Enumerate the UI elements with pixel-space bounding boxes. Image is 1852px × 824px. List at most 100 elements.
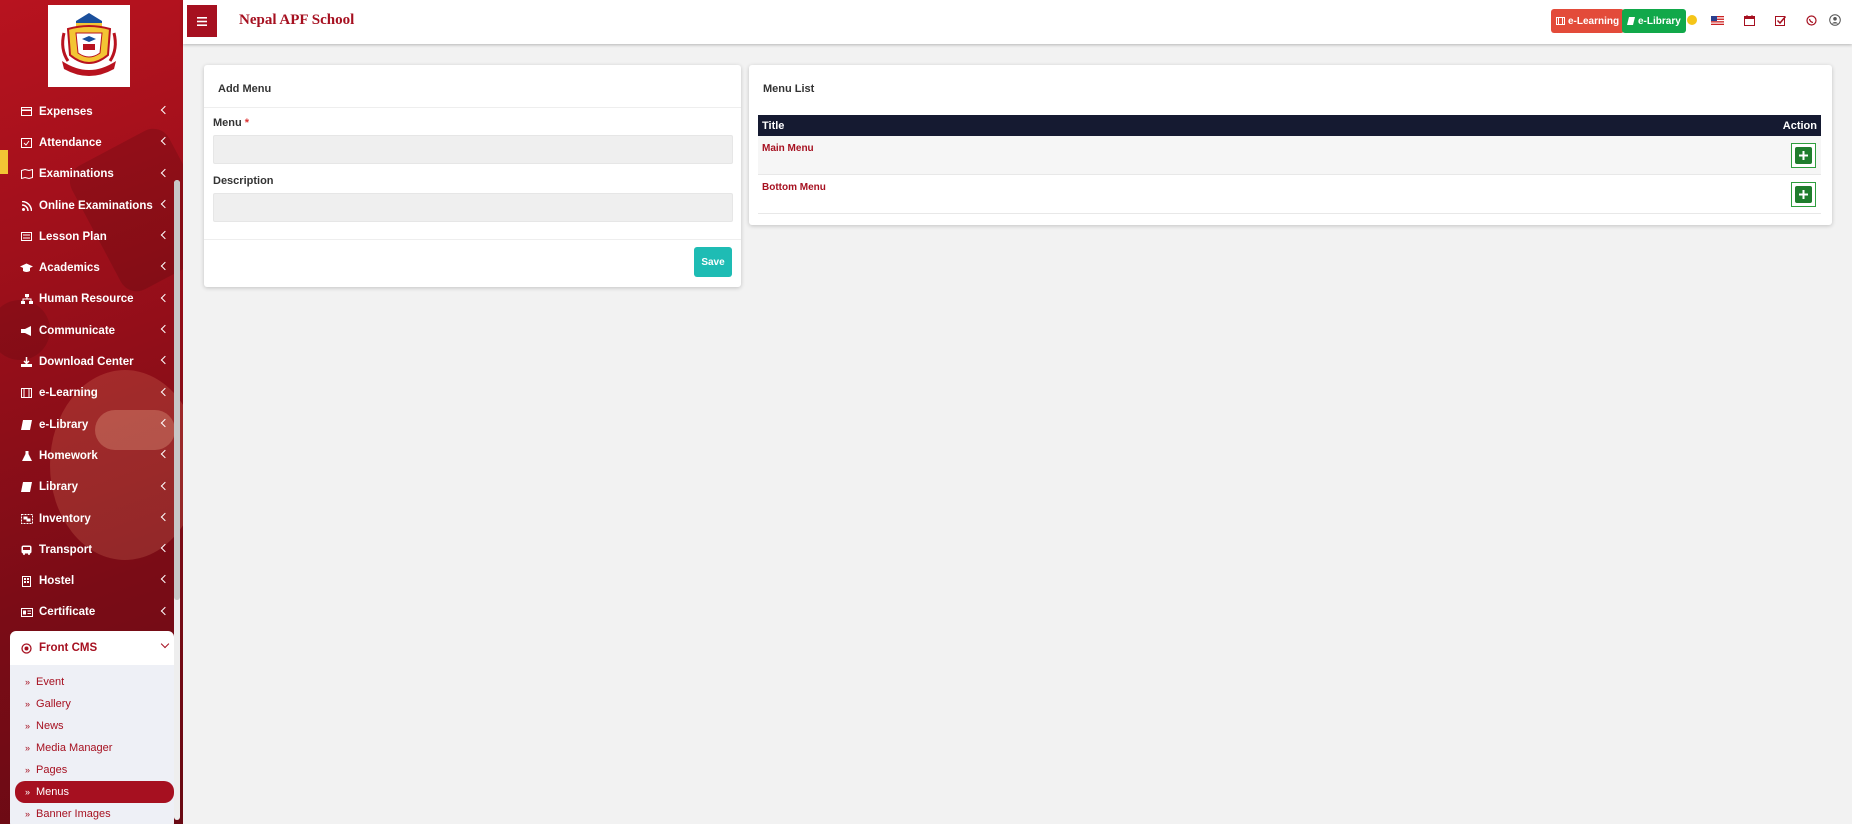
sidebar-item-academics[interactable]: Academics — [10, 252, 174, 283]
rss-icon — [20, 200, 33, 211]
sidebar-item-certificate[interactable]: Certificate — [10, 597, 174, 628]
sidebar: Expenses Attendance Examinations Online … — [0, 0, 183, 824]
bus-icon — [20, 544, 33, 555]
sidebar-item-expenses[interactable]: Expenses — [10, 96, 174, 127]
sidebar-item-label: Human Resource — [39, 293, 134, 306]
tasks-checkbox-icon[interactable] — [1773, 13, 1787, 27]
chevron-left-icon — [160, 512, 170, 522]
sidebar-item-label: Front CMS — [39, 642, 98, 655]
submenu-item-label: Banner Images — [36, 808, 111, 821]
sidebar-item-label: Attendance — [39, 136, 102, 149]
menu-input[interactable] — [213, 135, 733, 164]
front-cms-submenu: » Event » Gallery » News » Media Manager » Pa… — [10, 665, 174, 824]
sidebar-item-human-resource[interactable]: Human Resource — [10, 284, 174, 315]
credit-card-icon — [20, 106, 33, 117]
sidebar-item-e-learning[interactable]: e-Learning — [10, 378, 174, 409]
sidebar-item-transport[interactable]: Transport — [10, 534, 174, 565]
plus-icon — [1795, 147, 1812, 164]
sidebar-item-label: Academics — [39, 262, 100, 275]
sidebar-toggle-button[interactable] — [187, 5, 217, 37]
e-learning-label: e-Learning — [1568, 15, 1620, 27]
add-menu-card: Add Menu Menu * Description Save — [204, 65, 741, 287]
sidebar-item-hostel[interactable]: Hostel — [10, 565, 174, 596]
id-card-icon — [20, 607, 33, 618]
e-learning-button[interactable]: e-Learning — [1551, 9, 1625, 33]
bullhorn-icon — [20, 325, 33, 336]
sidebar-item-e-library[interactable]: e-Library — [10, 409, 174, 440]
school-logo[interactable] — [48, 5, 130, 87]
sidebar-scrollbar[interactable] — [174, 180, 180, 820]
double-angle-right-icon: » — [25, 787, 31, 798]
e-library-button[interactable]: e-Library — [1622, 9, 1686, 33]
menu-list-card: Menu List Title Action Main Menu Bottom … — [749, 65, 1832, 225]
calendar-icon[interactable] — [1742, 13, 1756, 27]
sidebar-item-inventory[interactable]: Inventory — [10, 503, 174, 534]
double-angle-right-icon: » — [25, 765, 31, 776]
download-icon — [20, 357, 33, 368]
film-icon — [1556, 17, 1565, 25]
chevron-down-icon — [160, 639, 170, 649]
sidebar-item-label: Inventory — [39, 512, 91, 525]
sidebar-menu: Expenses Attendance Examinations Online … — [10, 96, 174, 824]
chevron-left-icon — [160, 230, 170, 240]
sidebar-item-lesson-plan[interactable]: Lesson Plan — [10, 221, 174, 252]
chevron-left-icon — [160, 324, 170, 334]
submenu-item-pages[interactable]: » Pages — [15, 759, 174, 781]
sidebar-item-library[interactable]: Library — [10, 472, 174, 503]
whatsapp-icon[interactable] — [1804, 13, 1818, 27]
sitemap-icon — [20, 294, 33, 305]
chevron-left-icon — [160, 356, 170, 365]
sidebar-item-communicate[interactable]: Communicate — [10, 315, 174, 346]
sidebar-item-label: Transport — [39, 543, 93, 556]
submenu-item-news[interactable]: » News — [15, 715, 174, 737]
us-flag-icon[interactable] — [1710, 13, 1724, 27]
submenu-item-menus[interactable]: » Menus — [15, 781, 174, 804]
sidebar-item-download-center[interactable]: Download Center — [10, 346, 174, 377]
chevron-left-icon — [160, 105, 170, 115]
flask-icon — [20, 450, 33, 461]
submenu-item-label: Menus — [36, 786, 70, 799]
book-icon — [1627, 17, 1635, 25]
save-button[interactable]: Save — [694, 247, 732, 277]
sidebar-item-online-examinations[interactable]: Online Examinations — [10, 190, 174, 221]
sidebar-item-front-cms[interactable]: Front CMS — [10, 631, 174, 666]
table-body: Main Menu Bottom Menu — [758, 136, 1821, 214]
add-menu-item-button[interactable] — [1791, 182, 1816, 207]
required-mark: * — [244, 117, 250, 129]
calendar-check-icon — [20, 137, 33, 149]
chevron-left-icon — [160, 199, 170, 209]
scrollbar-thumb[interactable] — [174, 180, 180, 600]
book-icon — [20, 419, 33, 430]
school-name: Nepal APF School — [239, 12, 355, 28]
table-header: Title Action — [758, 115, 1821, 136]
chevron-left-icon — [160, 481, 170, 490]
add-menu-item-button[interactable] — [1791, 143, 1816, 168]
sidebar-item-examinations[interactable]: Examinations — [10, 159, 174, 190]
double-angle-right-icon: » — [25, 677, 31, 688]
submenu-item-label: Media Manager — [36, 742, 113, 755]
sidebar-item-homework[interactable]: Homework — [10, 440, 174, 471]
sidebar-item-label: e-Learning — [39, 387, 98, 400]
description-field-label: Description — [213, 175, 274, 187]
menu-title-link[interactable]: Main Menu — [762, 143, 814, 154]
user-profile-icon[interactable] — [1828, 13, 1842, 27]
chevron-left-icon — [160, 606, 170, 615]
chevron-left-icon — [160, 137, 170, 146]
sidebar-item-label: Download Center — [39, 356, 134, 369]
chevron-left-icon — [160, 262, 170, 271]
sidebar-item-attendance[interactable]: Attendance — [10, 127, 174, 158]
submenu-item-event[interactable]: » Event — [15, 671, 174, 693]
submenu-item-gallery[interactable]: » Gallery — [15, 693, 174, 715]
submenu-item-media-manager[interactable]: » Media Manager — [15, 737, 174, 759]
sidebar-item-label: Communicate — [39, 324, 116, 337]
session-status-icon[interactable] — [1685, 13, 1699, 27]
description-input[interactable] — [213, 193, 733, 222]
submenu-item-banner-images[interactable]: » Banner Images — [15, 803, 174, 824]
double-angle-right-icon: » — [25, 721, 31, 732]
school-crest-icon — [61, 13, 117, 76]
e-library-label: e-Library — [1638, 15, 1681, 27]
building-icon — [20, 575, 33, 587]
table-row: Main Menu — [758, 136, 1821, 175]
divider — [204, 239, 741, 240]
menu-title-link[interactable]: Bottom Menu — [762, 182, 826, 193]
